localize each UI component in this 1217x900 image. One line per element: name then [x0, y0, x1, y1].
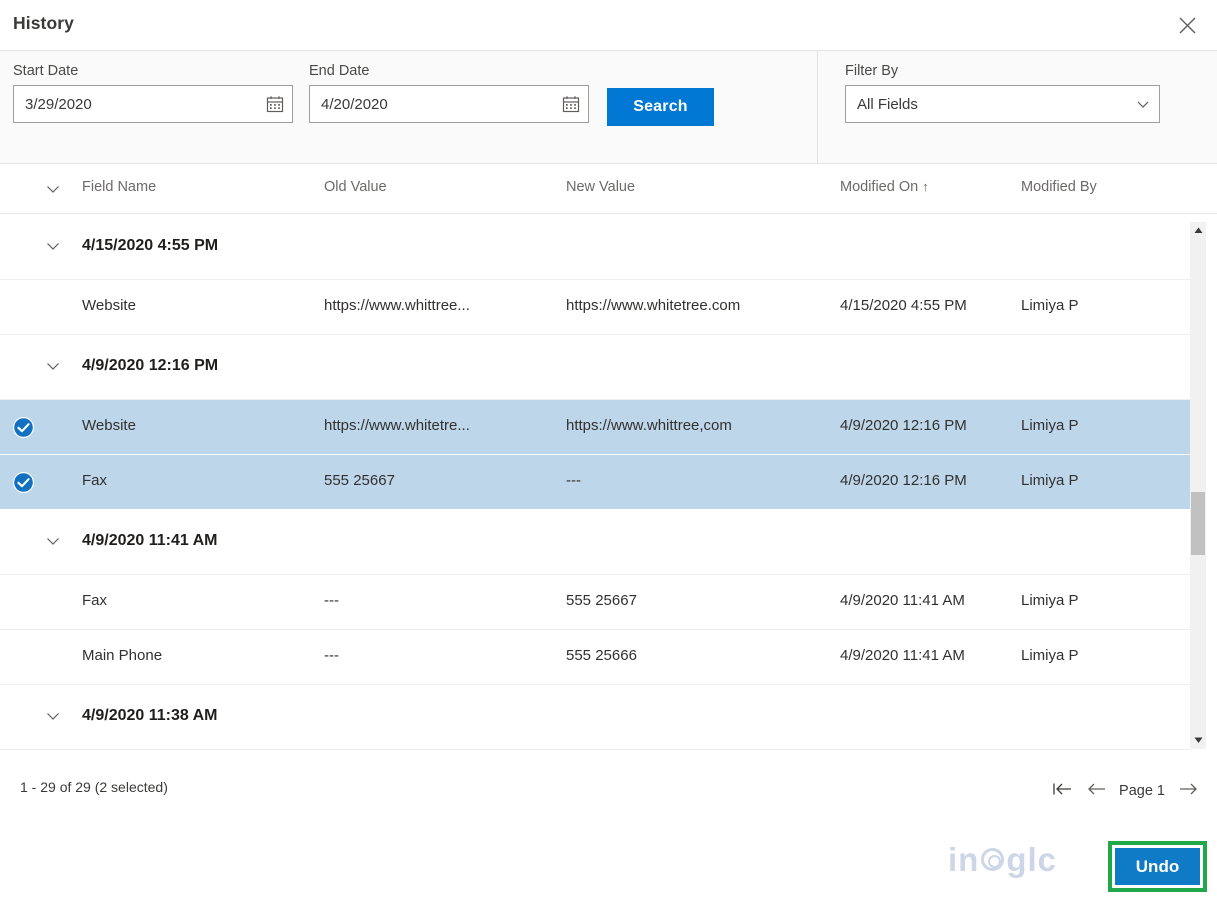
watermark-part-3: lc	[1027, 841, 1058, 878]
end-date-input[interactable]: 4/20/2020	[309, 85, 589, 123]
table-scrollbar[interactable]	[1190, 222, 1206, 749]
group-header-label: 4/9/2020 11:38 AM	[82, 707, 218, 724]
cell-modified-on: 4/9/2020 11:41 AM	[840, 592, 965, 609]
chevron-down-icon[interactable]	[45, 358, 61, 374]
filter-by-value: All Fields	[857, 95, 918, 113]
row-selected-checkmark-icon[interactable]	[12, 471, 35, 494]
calendar-icon[interactable]	[266, 95, 284, 113]
calendar-icon[interactable]	[562, 95, 580, 113]
table-header: Field Name Old Value New Value Modified …	[0, 164, 1217, 214]
cell-field-name: Main Phone	[82, 647, 163, 664]
first-page-icon	[1052, 781, 1073, 802]
scroll-down-icon[interactable]	[1190, 732, 1206, 749]
chevron-down-icon[interactable]	[45, 533, 61, 549]
group-header-row[interactable]: 4/9/2020 11:41 AM	[0, 510, 1190, 575]
column-header-modified-by[interactable]: Modified By	[1021, 179, 1097, 195]
chevron-down-icon[interactable]	[45, 708, 61, 724]
search-button[interactable]: Search	[607, 88, 714, 126]
scroll-up-icon[interactable]	[1190, 222, 1206, 239]
scrollbar-thumb[interactable]	[1191, 492, 1205, 555]
start-date-label: Start Date	[13, 63, 79, 79]
cell-new-value: https://www.whitetree.com	[566, 297, 741, 314]
row-selected-checkmark-icon[interactable]	[12, 416, 35, 439]
cell-old-value: ---	[324, 647, 339, 664]
cell-modified-on: 4/9/2020 11:41 AM	[840, 647, 965, 664]
cell-new-value: ---	[566, 472, 581, 489]
table-row[interactable]: Main Phone --- 555 25666 4/9/2020 11:41 AM L…	[0, 630, 1190, 685]
group-header-label: 4/9/2020 11:41 AM	[82, 532, 218, 549]
undo-button[interactable]: Undo	[1115, 848, 1200, 885]
cell-field-name: Website	[82, 417, 136, 434]
group-header-row[interactable]: 4/9/2020 12:16 PM	[0, 335, 1190, 400]
table-row[interactable]: Website https://www.whitetre... https://ww…	[0, 400, 1190, 455]
cell-new-value: 555 25666	[566, 647, 637, 664]
previous-page-button[interactable]	[1081, 776, 1111, 806]
table-row[interactable]: Website https://www.whittree... https://ww…	[0, 280, 1190, 335]
dialog-titlebar: History	[0, 0, 1217, 51]
cell-modified-by: Limiya P	[1021, 417, 1079, 434]
filter-by-select[interactable]: All Fields	[845, 85, 1160, 123]
group-header-row[interactable]: 4/9/2020 11:38 AM	[0, 685, 1190, 750]
record-count-label: 1 - 29 of 29 (2 selected)	[20, 779, 168, 795]
filter-bar: Start Date 3/29/2020 End Date 4/20/2020 …	[0, 51, 1217, 164]
chevron-down-icon[interactable]	[45, 181, 61, 197]
column-header-modified-on-label: Modified On	[840, 179, 919, 195]
table-row[interactable]: Fax 555 25667 --- 4/9/2020 12:16 PM Limiya P	[0, 455, 1190, 510]
cell-new-value: 555 25667	[566, 592, 637, 609]
filter-divider	[817, 51, 818, 164]
cell-old-value: 555 25667	[324, 472, 395, 489]
start-date-input[interactable]: 3/29/2020	[13, 85, 293, 123]
watermark-part-2: g	[1006, 841, 1028, 878]
column-header-new-value[interactable]: New Value	[566, 179, 635, 195]
column-header-old-value[interactable]: Old Value	[324, 179, 387, 195]
cell-old-value: https://www.whitetre...	[324, 417, 470, 434]
end-date-field: End Date 4/20/2020	[309, 63, 589, 123]
end-date-value: 4/20/2020	[321, 95, 388, 113]
cell-field-name: Fax	[82, 472, 108, 489]
column-header-modified-on[interactable]: Modified On ↑	[840, 179, 929, 195]
close-button[interactable]	[1167, 6, 1207, 44]
cell-field-name: Website	[82, 297, 136, 314]
previous-page-icon	[1086, 781, 1107, 802]
cell-old-value: https://www.whittree...	[324, 297, 470, 314]
page-number-label: Page 1	[1119, 783, 1165, 799]
inogic-watermark-logo: in g lc	[948, 843, 1057, 876]
column-header-field-name[interactable]: Field Name	[82, 179, 156, 195]
cell-modified-on: 4/15/2020 4:55 PM	[840, 297, 967, 314]
group-header-row[interactable]: 4/15/2020 4:55 PM	[0, 215, 1190, 280]
watermark-o-icon	[981, 848, 1005, 871]
start-date-value: 3/29/2020	[25, 95, 92, 113]
page-title: History	[13, 13, 74, 33]
cell-field-name: Fax	[82, 592, 108, 609]
group-header-label: 4/15/2020 4:55 PM	[82, 237, 219, 254]
cell-modified-by: Limiya P	[1021, 472, 1079, 489]
end-date-label: End Date	[309, 63, 370, 79]
cell-modified-on: 4/9/2020 12:16 PM	[840, 472, 967, 489]
group-header-label: 4/9/2020 12:16 PM	[82, 357, 219, 374]
filter-by-label: Filter By	[845, 63, 899, 79]
next-page-button[interactable]	[1173, 776, 1203, 806]
cell-modified-by: Limiya P	[1021, 297, 1079, 314]
chevron-down-icon[interactable]	[45, 238, 61, 254]
table-row[interactable]: Fax --- 555 25667 4/9/2020 11:41 AM Limiya P	[0, 575, 1190, 630]
history-dialog: History Start Date 3/29/2020 End Date 4/…	[0, 0, 1217, 900]
cell-old-value: ---	[324, 592, 339, 609]
watermark-part-1: in	[948, 841, 980, 878]
pagination-controls: Page 1	[1047, 776, 1203, 806]
undo-highlight-box: Undo	[1108, 841, 1207, 892]
sort-ascending-icon: ↑	[922, 179, 929, 194]
cell-modified-by: Limiya P	[1021, 647, 1079, 664]
filter-by-field: Filter By All Fields	[845, 63, 1160, 123]
first-page-button[interactable]	[1047, 776, 1077, 806]
chevron-down-icon[interactable]	[1135, 96, 1151, 112]
start-date-field: Start Date 3/29/2020	[13, 63, 293, 123]
cell-modified-on: 4/9/2020 12:16 PM	[840, 417, 967, 434]
table-body: 4/15/2020 4:55 PM Website https://www.whit…	[0, 215, 1190, 751]
cell-modified-by: Limiya P	[1021, 592, 1079, 609]
cell-new-value: https://www.whittree,com	[566, 417, 732, 434]
close-icon	[1179, 17, 1196, 34]
next-page-icon	[1178, 781, 1199, 802]
